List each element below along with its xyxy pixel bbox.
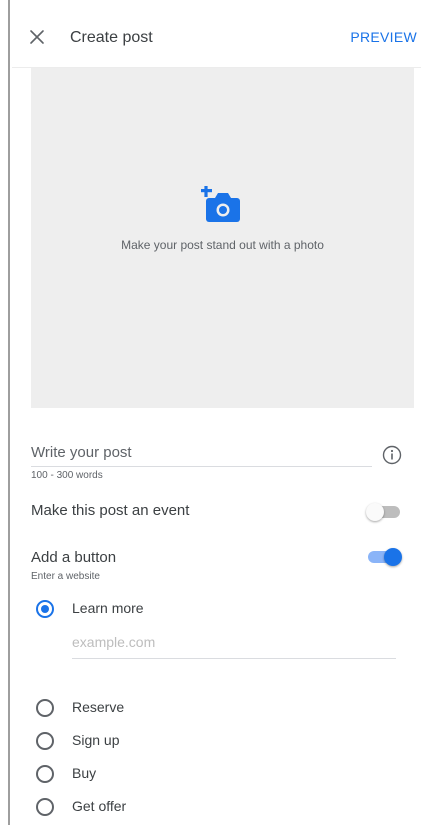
url-placeholder: example.com [72,634,156,650]
radio-icon [36,600,54,618]
page-title: Create post [70,29,153,46]
app-header: Create post PREVIEW [12,8,421,68]
close-button[interactable] [26,26,48,48]
website-url-input[interactable]: example.com [72,634,396,659]
add-button-toggle[interactable] [366,547,402,567]
info-icon[interactable] [381,444,403,466]
add-button-label: Add a button [31,549,117,566]
toggle-thumb [366,503,384,521]
toggle-thumb [384,548,402,566]
radio-label: Learn more [72,600,144,616]
photo-upload-area[interactable]: Make your post stand out with a photo [31,68,414,408]
close-icon [30,30,44,44]
photo-caption: Make your post stand out with a photo [121,238,324,252]
radio-label: Get offer [72,798,127,814]
radio-label: Reserve [72,699,125,715]
radio-icon [36,732,54,750]
radio-label: Buy [72,765,97,781]
post-text-input[interactable]: Write your post [31,444,372,467]
radio-icon [36,798,54,816]
word-count-hint: 100 - 300 words [31,470,103,481]
event-label: Make this post an event [31,502,190,519]
radio-label: Sign up [72,732,120,748]
post-text-placeholder: Write your post [31,444,132,461]
radio-icon [36,765,54,783]
radio-icon [36,699,54,717]
preview-button[interactable]: PREVIEW [350,29,417,45]
left-border [0,0,10,825]
website-hint: Enter a website [31,571,100,582]
add-photo-icon [201,186,243,226]
event-toggle[interactable] [366,502,402,522]
